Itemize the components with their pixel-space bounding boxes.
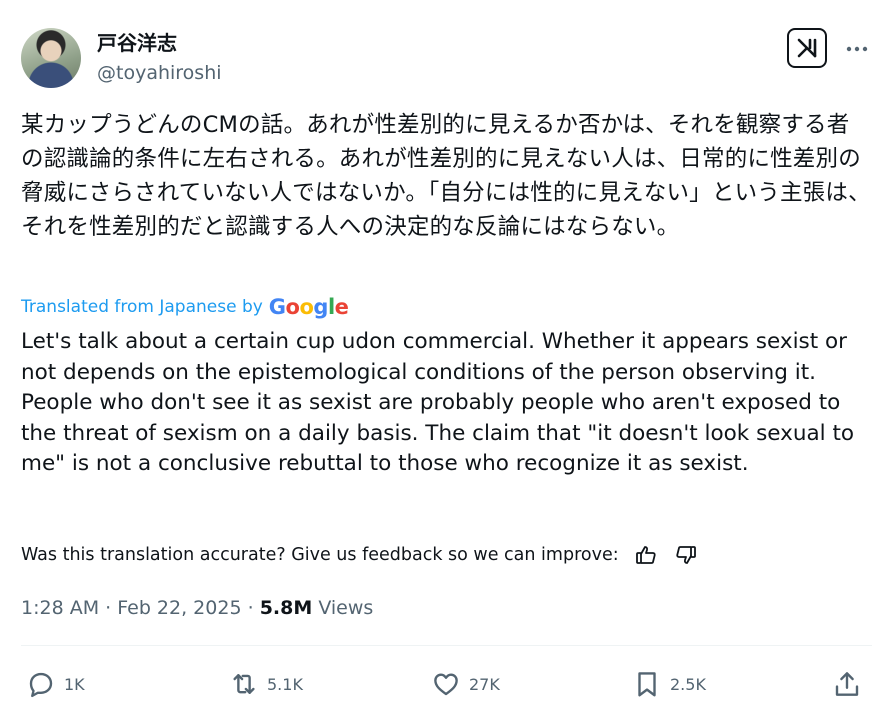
tweet-text-japanese: 某カップうどんのCMの話。あれが性差別的に見えるか否かは、それを観察する者の認識… (21, 112, 871, 240)
translation-feedback: Was this translation accurate? Give us f… (21, 541, 699, 569)
tweet-date[interactable]: Feb 22, 2025 (117, 597, 241, 619)
thumbs-down-icon (675, 546, 696, 564)
like-button[interactable]: 27K (431, 666, 500, 702)
translated-label: Translated from Japanese by (21, 297, 263, 317)
bookmark-button[interactable]: 2.5K (632, 666, 706, 702)
more-icon (846, 46, 868, 52)
google-logo: Google (268, 295, 349, 319)
thumbs-down-button[interactable] (673, 542, 699, 568)
meta-separator-2: · (247, 597, 254, 619)
author-handle[interactable]: @toyahiroshi (97, 61, 222, 85)
bookmark-icon (638, 672, 656, 697)
reply-count: 1K (64, 674, 85, 694)
like-count: 27K (469, 674, 500, 694)
feedback-prompt: Was this translation accurate? Give us f… (21, 545, 619, 565)
grok-button[interactable] (787, 28, 827, 68)
grok-icon (797, 38, 817, 58)
translation-attribution: Translated from Japanese by Google (21, 294, 349, 320)
avatar[interactable] (21, 28, 81, 88)
views-label[interactable]: Views (318, 597, 373, 619)
meta-separator: · (105, 597, 112, 619)
thumbs-up-button[interactable] (633, 542, 659, 568)
more-button[interactable] (842, 34, 872, 64)
repost-count: 5.1K (267, 674, 303, 694)
reply-button[interactable]: 1K (26, 666, 85, 702)
like-icon (434, 673, 458, 696)
share-button[interactable] (832, 666, 870, 702)
repost-icon (233, 674, 255, 694)
views-count[interactable]: 5.8M (260, 597, 313, 619)
tweet-text-translated: Let's talk about a certain cup udon comm… (21, 329, 855, 476)
tweet-time[interactable]: 1:28 AM (21, 597, 99, 619)
share-icon (835, 672, 859, 696)
tweet-meta: 1:28 AM · Feb 22, 2025 · 5.8M Views (21, 593, 373, 623)
thumbs-up-icon (635, 546, 656, 564)
divider (21, 645, 872, 646)
reply-icon (29, 672, 53, 698)
repost-button[interactable]: 5.1K (229, 666, 303, 702)
bookmark-count: 2.5K (670, 674, 706, 694)
author-display-name[interactable]: 戸谷洋志 (97, 31, 177, 55)
